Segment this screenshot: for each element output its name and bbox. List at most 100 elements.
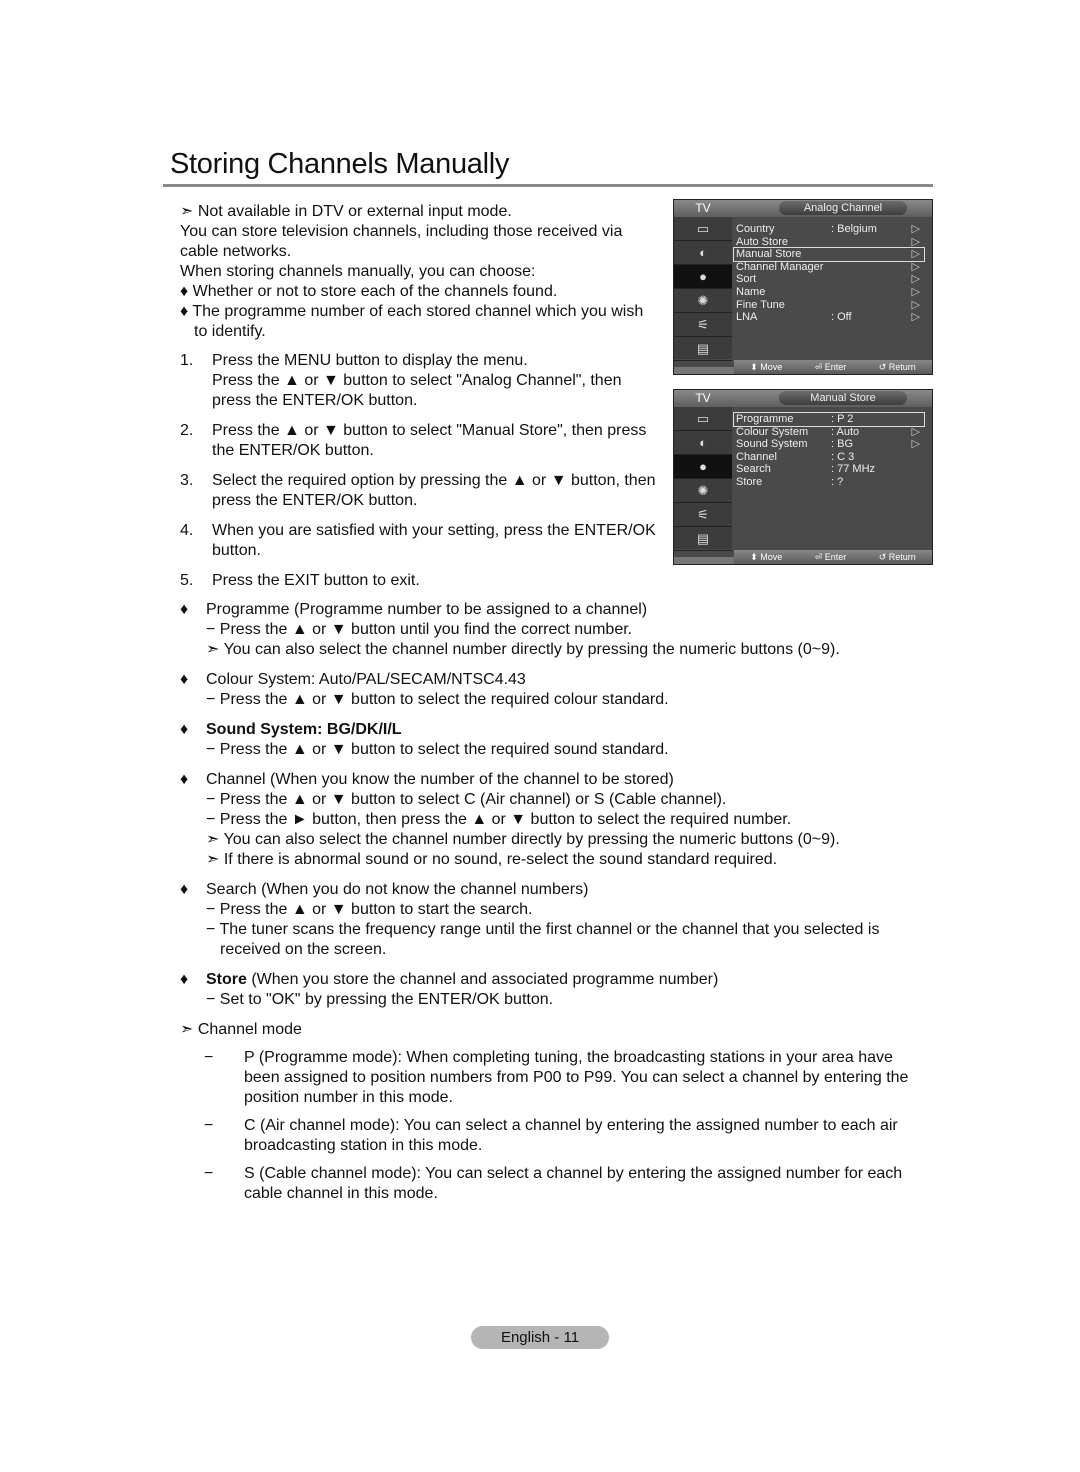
diamond-bullet-icon: ♦	[180, 971, 189, 988]
sound-icon[interactable]: ◐	[674, 241, 732, 265]
mode-text: S (Cable channel mode): You can select a…	[244, 1165, 903, 1202]
block-heading-bold: Store	[206, 971, 247, 988]
mode-text: C (Air channel mode): You can select a c…	[244, 1117, 898, 1154]
enter-hint: ⏎ Enter	[814, 361, 847, 372]
osd-row-channel[interactable]: Channel: C 3	[734, 451, 924, 464]
step-number: 1.	[180, 352, 194, 369]
sound-system-block: ♦ Sound System: BG/DK/I/L − Press the ▲ o…	[180, 720, 910, 760]
steps-list: 1. Press the MENU button to display the …	[180, 351, 665, 601]
row-value: : BG	[831, 438, 854, 451]
row-value: : Auto	[831, 425, 860, 438]
osd-menu-title: Analog Channel	[779, 201, 907, 215]
block-line: − Press the ▲ or ▼ button to select the …	[206, 741, 669, 758]
application-icon[interactable]: ▤	[674, 527, 732, 551]
mode-item: − C (Air channel mode): You can select a …	[180, 1116, 910, 1156]
osd-footer-left	[674, 557, 734, 564]
step-text: Press the EXIT button to exit.	[212, 572, 420, 589]
dash: −	[204, 1049, 214, 1066]
programme-block: ♦ Programme (Programme number to be assig…	[180, 600, 910, 660]
diamond-bullet-icon: ♦	[180, 771, 189, 788]
osd-row-store[interactable]: Store: ?	[734, 476, 924, 489]
mode-item: − P (Programme mode): When completing tun…	[180, 1048, 910, 1108]
osd-row-sort[interactable]: Sort ▷	[734, 273, 924, 286]
diamond-bullet-icon: ♦	[180, 671, 189, 688]
arrow-right-icon	[906, 413, 920, 426]
row-label: Channel	[736, 450, 777, 463]
osd-footer-left	[674, 367, 734, 374]
row-value	[831, 248, 906, 261]
store-block: ♦ Store (When you store the channel and a…	[180, 970, 910, 1010]
osd-row-auto-store[interactable]: Auto Store ▷	[734, 236, 924, 249]
step-item: 1. Press the MENU button to display the …	[180, 351, 665, 411]
osd-tv-label: TV	[695, 201, 711, 215]
mode-text: P (Programme mode): When completing tuni…	[244, 1049, 909, 1106]
step-item: 4. When you are satisfied with your sett…	[180, 521, 665, 561]
block-line: − Press the ▲ or ▼ button to start the s…	[206, 901, 533, 918]
block-heading: Search (When you do not know the channel…	[206, 881, 589, 898]
arrow-right-icon	[906, 463, 920, 476]
row-label: Sort	[736, 273, 757, 286]
osd-row-channel-manager[interactable]: Channel Manager ▷	[734, 261, 924, 274]
enter-hint: ⏎ Enter	[814, 551, 847, 562]
arrow-right-icon: ▷	[911, 425, 920, 438]
osd-row-lna[interactable]: LNA: Off ▷	[734, 311, 924, 324]
step-number: 4.	[180, 522, 194, 539]
channel-icon[interactable]: ●	[674, 265, 732, 289]
dash: −	[204, 1165, 214, 1182]
row-value: : 77 MHz	[831, 463, 876, 476]
arrow-right-icon: ▷	[911, 298, 920, 311]
row-value	[831, 286, 906, 299]
setup-icon[interactable]: ✺	[674, 289, 732, 313]
input-icon[interactable]: ⚟	[674, 503, 732, 527]
osd-row-country[interactable]: Country: Belgium ▷	[734, 223, 924, 236]
row-value: : Belgium	[831, 223, 877, 235]
input-icon[interactable]: ⚟	[674, 313, 732, 337]
osd-row-sound-system[interactable]: Sound System: BG ▷	[734, 438, 924, 451]
osd-row-name[interactable]: Name ▷	[734, 286, 924, 299]
osd-row-fine-tune[interactable]: Fine Tune ▷	[734, 299, 924, 312]
step-number: 2.	[180, 422, 194, 439]
osd-menu-rows: Country: Belgium ▷ Auto Store ▷ Manual Sto…	[733, 223, 925, 324]
return-hint: ↺ Return	[878, 551, 916, 562]
row-value: : Off	[831, 311, 852, 324]
row-value: : P 2	[831, 413, 854, 425]
intro-note: ➣ Not available in DTV or external input…	[180, 203, 512, 220]
row-value: : ?	[831, 475, 844, 488]
picture-icon[interactable]: ▭	[674, 217, 732, 241]
block-line: − Press the ► button, then press the ▲ o…	[206, 811, 792, 828]
colour-system-block: ♦ Colour System: Auto/PAL/SECAM/NTSC4.43 …	[180, 670, 910, 710]
osd-row-manual-store[interactable]: Manual Store ▷	[733, 247, 925, 262]
setup-icon[interactable]: ✺	[674, 479, 732, 503]
step-number: 3.	[180, 472, 194, 489]
channel-icon[interactable]: ●	[674, 455, 732, 479]
block-line: − Press the ▲ or ▼ button to select C (A…	[206, 791, 727, 808]
arrow-right-icon: ▷	[911, 285, 920, 298]
picture-icon[interactable]: ▭	[674, 407, 732, 431]
channel-block: ♦ Channel (When you know the number of th…	[180, 770, 910, 870]
osd-menu-rows: Programme: P 2 Colour System: Auto ▷ Soun…	[733, 412, 925, 489]
arrow-right-icon: ▷	[911, 248, 920, 261]
return-hint: ↺ Return	[878, 361, 916, 372]
step-number: 5.	[180, 572, 194, 589]
row-value	[831, 273, 906, 286]
block-heading: Sound System: BG/DK/I/L	[206, 721, 402, 738]
osd-row-colour-system[interactable]: Colour System: Auto ▷	[734, 426, 924, 439]
block-line: − Set to "OK" by pressing the ENTER/OK b…	[206, 991, 554, 1008]
mode-item: − S (Cable channel mode): You can select …	[180, 1164, 910, 1204]
osd-footer: ⬍ Move ⏎ Enter ↺ Return	[734, 550, 932, 564]
osd-row-search[interactable]: Search: 77 MHz	[734, 463, 924, 476]
sound-icon[interactable]: ◐	[674, 431, 732, 455]
osd-sidebar: ▭ ◐ ● ✺ ⚟ ▤	[674, 217, 732, 361]
intro-paragraph-1: You can store television channels, inclu…	[180, 223, 623, 260]
arrow-right-icon	[906, 476, 920, 489]
step-item: 5. Press the EXIT button to exit.	[180, 571, 665, 591]
block-line: − Press the ▲ or ▼ button until you find…	[206, 621, 633, 638]
step-text: When you are satisfied with your setting…	[212, 522, 656, 559]
row-label: Fine Tune	[736, 298, 785, 311]
step-text-2: Press the ▲ or ▼ button to select "Analo…	[212, 372, 622, 409]
application-icon[interactable]: ▤	[674, 337, 732, 361]
title-divider	[163, 184, 933, 187]
block-heading: (When you store the channel and associat…	[246, 971, 719, 988]
dash: −	[204, 1117, 214, 1134]
osd-row-programme[interactable]: Programme: P 2	[733, 412, 925, 427]
